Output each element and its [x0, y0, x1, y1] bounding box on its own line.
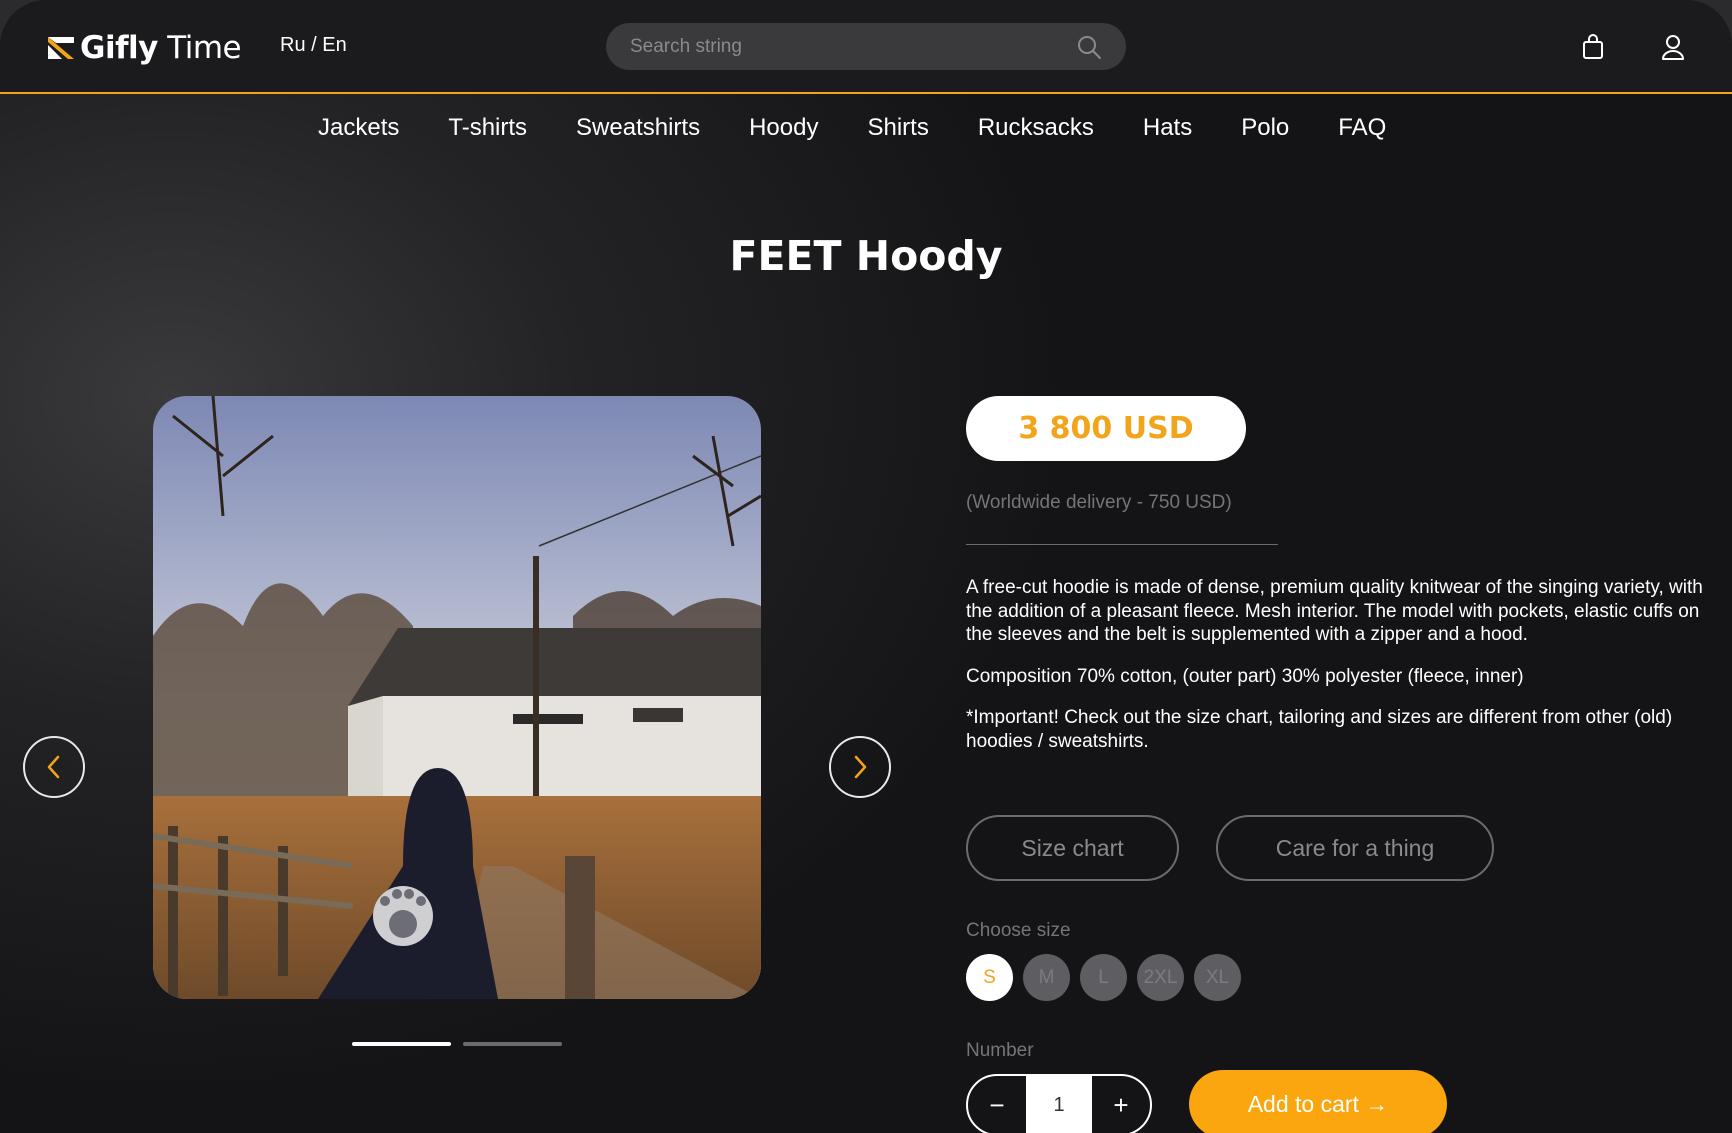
logo-text-bold: Gifly: [80, 30, 158, 66]
page: Gifly Time Ru / En Jackets T-shirts Swea…: [0, 0, 1732, 1133]
nav-item-faq[interactable]: FAQ: [1338, 114, 1386, 142]
gallery-prev-button[interactable]: [23, 736, 85, 798]
quantity-stepper: − 1 +: [966, 1074, 1152, 1133]
nav-item-t-shirts[interactable]: T-shirts: [448, 114, 527, 142]
logo-icon: [48, 37, 74, 59]
logo-text-regular: Time: [167, 30, 242, 66]
gallery-dot-2[interactable]: [463, 1042, 562, 1046]
decrease-quantity-button[interactable]: −: [968, 1076, 1026, 1133]
size-option-m[interactable]: M: [1023, 954, 1070, 1001]
language-switcher[interactable]: Ru / En: [280, 34, 347, 57]
nav-item-hats[interactable]: Hats: [1143, 114, 1192, 142]
product-description: A free-cut hoodie is made of dense, prem…: [966, 576, 1714, 771]
chevron-right-icon: [854, 755, 867, 779]
important-note: *Important! Check out the size chart, ta…: [966, 707, 1673, 752]
product-title: FEET Hoody: [729, 232, 1003, 280]
care-button[interactable]: Care for a thing: [1216, 815, 1494, 881]
search-bar: [606, 23, 1126, 70]
nav-item-rucksacks[interactable]: Rucksacks: [978, 114, 1094, 142]
nav-item-sweatshirts[interactable]: Sweatshirts: [576, 114, 700, 142]
gallery-dot-1[interactable]: [352, 1042, 451, 1046]
size-chart-button[interactable]: Size chart: [966, 815, 1179, 881]
site-header: Gifly Time Ru / En: [0, 0, 1732, 94]
product-photo-image: [153, 396, 761, 999]
quantity-value[interactable]: 1: [1026, 1076, 1092, 1133]
composition-paragraph: Composition 70% cotton, (outer part) 30%…: [966, 665, 1524, 687]
nav-item-hoody[interactable]: Hoody: [749, 114, 818, 142]
increase-quantity-button[interactable]: +: [1092, 1076, 1150, 1133]
size-option-xl[interactable]: XL: [1194, 954, 1241, 1001]
size-option-s[interactable]: S: [966, 954, 1013, 1001]
search-icon[interactable]: [1076, 34, 1102, 60]
number-label: Number: [966, 1040, 1034, 1061]
nav-item-shirts[interactable]: Shirts: [867, 114, 928, 142]
size-selector: S M L 2XL XL: [966, 954, 1251, 1001]
description-paragraph: A free-cut hoodie is made of dense, prem…: [966, 577, 1703, 645]
price-badge: 3 800 USD: [966, 396, 1246, 461]
product-photo[interactable]: [153, 396, 761, 999]
logo[interactable]: Gifly Time: [48, 28, 242, 68]
nav-item-polo[interactable]: Polo: [1241, 114, 1289, 142]
nav-item-jackets[interactable]: Jackets: [318, 114, 399, 142]
size-option-l[interactable]: L: [1080, 954, 1127, 1001]
divider: [966, 544, 1278, 545]
logo-text: Gifly Time: [80, 30, 242, 66]
gallery-next-button[interactable]: [829, 736, 891, 798]
user-icon[interactable]: [1660, 33, 1686, 61]
add-to-cart-button[interactable]: Add to cart →: [1189, 1070, 1447, 1133]
search-input[interactable]: [630, 35, 1076, 58]
chevron-left-icon: [47, 755, 60, 779]
choose-size-label: Choose size: [966, 920, 1071, 941]
delivery-note: (Worldwide delivery - 750 USD): [966, 492, 1232, 513]
shopping-bag-icon[interactable]: [1580, 33, 1606, 61]
size-option-2xl[interactable]: 2XL: [1137, 954, 1184, 1001]
